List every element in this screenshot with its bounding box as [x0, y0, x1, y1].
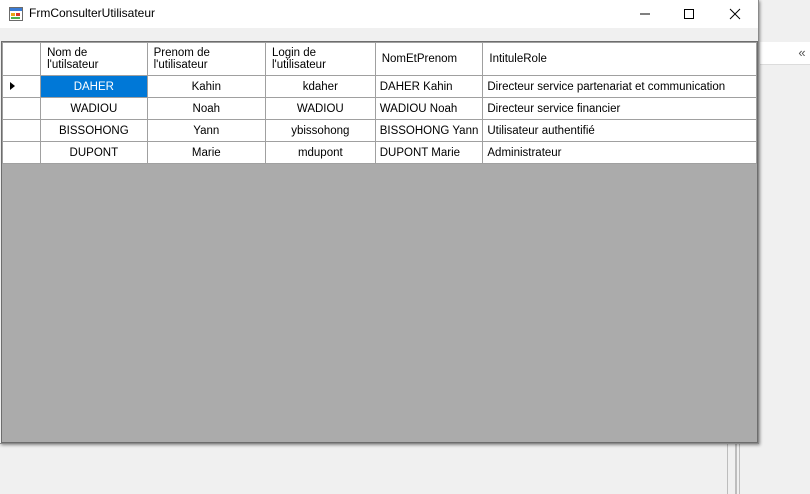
cell-login[interactable]: kdaher [264, 75, 376, 98]
cell-prenom[interactable]: Noah [146, 97, 266, 120]
maximize-icon [684, 9, 694, 19]
row-header[interactable] [2, 119, 42, 142]
cell-nom[interactable]: BISSOHONG [40, 119, 148, 142]
row-header[interactable] [2, 141, 42, 164]
cell-prenom[interactable]: Marie [146, 141, 266, 164]
cell-nometprenom[interactable]: BISSOHONG Yann [374, 119, 484, 142]
cell-login[interactable]: WADIOU [264, 97, 376, 120]
users-table: Nom de l'utilsateur Prenom de l'utilisateu… [2, 42, 757, 164]
minimize-button[interactable] [622, 0, 668, 28]
cell-login[interactable]: mdupont [264, 141, 376, 164]
cell-nom[interactable]: WADIOU [40, 97, 148, 120]
cell-prenom[interactable]: Yann [146, 119, 266, 142]
cell-intitulerole[interactable]: Directeur service financier [482, 97, 757, 120]
background-divider [739, 444, 740, 494]
users-datagrid[interactable]: Nom de l'utilsateur Prenom de l'utilisateu… [1, 41, 758, 443]
window-title: FrmConsulterUtilisateur [29, 6, 156, 20]
background-divider [727, 444, 728, 494]
column-header-nom[interactable]: Nom de l'utilsateur [40, 42, 148, 76]
row-header-corner[interactable] [2, 42, 42, 76]
cell-nometprenom[interactable]: DUPONT Marie [374, 141, 484, 164]
row-indicator-arrow-icon [10, 82, 15, 90]
cell-nom[interactable]: DAHER [40, 75, 148, 98]
row-header[interactable] [2, 97, 42, 120]
cell-nometprenom[interactable]: WADIOU Noah [374, 97, 484, 120]
cell-login[interactable]: ybissohong [264, 119, 376, 142]
column-header-intitulerole[interactable]: IntituleRole [482, 42, 757, 76]
table-row[interactable]: WADIOU Noah WADIOU WADIOU Noah Directeur… [2, 97, 757, 120]
collapse-chevron-icon[interactable]: « [794, 44, 810, 62]
cell-intitulerole[interactable]: Directeur service partenariat et communi… [482, 75, 757, 98]
cell-prenom[interactable]: Kahin [146, 75, 266, 98]
column-header-login[interactable]: Login de l'utilisateur [264, 42, 376, 76]
row-header[interactable] [2, 75, 42, 98]
header-row: Nom de l'utilsateur Prenom de l'utilisateu… [2, 42, 757, 76]
close-button[interactable] [712, 0, 758, 28]
cell-nometprenom[interactable]: DAHER Kahin [374, 75, 484, 98]
cell-nom[interactable]: DUPONT [40, 141, 148, 164]
close-icon [729, 8, 741, 20]
background-scrollbar-edge [735, 444, 737, 494]
cell-intitulerole[interactable]: Utilisateur authentifié [482, 119, 757, 142]
minimize-icon [640, 13, 650, 15]
form-window: FrmConsulterUtilisateur Nom de l'utilsat… [0, 0, 759, 444]
app-form-icon [9, 7, 23, 21]
maximize-button[interactable] [666, 0, 712, 28]
cell-intitulerole[interactable]: Administrateur [482, 141, 757, 164]
column-header-prenom[interactable]: Prenom de l'utilisateur [146, 42, 266, 76]
table-row[interactable]: DUPONT Marie mdupont DUPONT Marie Admini… [2, 141, 757, 164]
column-header-nometprenom[interactable]: NomEtPrenom [374, 42, 484, 76]
title-bar[interactable]: FrmConsulterUtilisateur [0, 0, 758, 28]
table-row[interactable]: DAHER Kahin kdaher DAHER Kahin Directeur… [2, 75, 757, 98]
table-row[interactable]: BISSOHONG Yann ybissohong BISSOHONG Yann… [2, 119, 757, 142]
